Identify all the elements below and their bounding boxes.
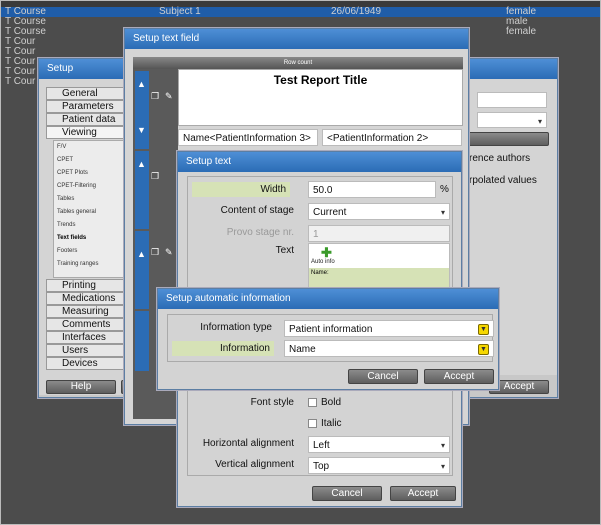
subnav-cpet-plots[interactable]: CPET Plots <box>57 167 117 180</box>
nav-patient-data[interactable]: Patient data <box>46 113 126 126</box>
text-field-titlebar: Setup text field <box>125 29 468 49</box>
information-type-value: Patient information <box>289 324 373 335</box>
subnav-tables[interactable]: Tables <box>57 193 117 206</box>
setup-text-titlebar: Setup text <box>178 152 461 172</box>
table-cell: female <box>506 26 537 37</box>
table-cell: Subject 1 <box>159 6 201 17</box>
nav-parameters[interactable]: Parameters <box>46 100 126 113</box>
italic-checkbox[interactable] <box>308 419 317 428</box>
edit-icon[interactable]: ✎ <box>165 247 173 258</box>
information-type-select[interactable]: Patient information ▼ <box>284 320 494 337</box>
up-arrow-icon[interactable]: ▲ <box>137 249 146 259</box>
bold-checkbox[interactable] <box>308 398 317 407</box>
nav-devices[interactable]: Devices <box>46 357 126 370</box>
subnav-text-fields[interactable]: Text fields <box>57 232 117 245</box>
edit-icon[interactable]: ✎ <box>165 91 173 102</box>
text-cell-right[interactable]: <PatientInformation 2> <box>322 129 462 146</box>
width-label: Width <box>192 182 290 197</box>
nav-comments[interactable]: Comments <box>46 318 126 331</box>
nav-medications[interactable]: Medications <box>46 292 126 305</box>
nav-printing[interactable]: Printing <box>46 279 126 292</box>
subnav-fv[interactable]: F/V <box>57 141 117 154</box>
subnav-tables-general[interactable]: Tables general <box>57 206 117 219</box>
help-button[interactable]: Help <box>46 380 116 394</box>
information-value: Name <box>289 344 316 355</box>
right-dropdown[interactable] <box>477 112 547 130</box>
nav-measuring[interactable]: Measuring <box>46 305 126 318</box>
horizontal-alignment-label: Horizontal alignment <box>202 438 294 449</box>
report-title: Test Report Title <box>273 73 368 87</box>
provo-stage-label: Provo stage nr. <box>226 227 294 238</box>
provo-stage-input[interactable]: 1 <box>308 225 450 242</box>
subnav-trends[interactable]: Trends <box>57 219 117 232</box>
table-cell: T Cour <box>5 76 36 87</box>
subnav-cpet[interactable]: CPET <box>57 154 117 167</box>
setup-text-cancel-button[interactable]: Cancel <box>312 486 382 501</box>
dropdown-arrow-icon[interactable]: ▼ <box>478 324 489 335</box>
row-count-header: Row count <box>133 57 463 69</box>
information-type-label: Information type <box>200 322 272 333</box>
interpolated-values-text: rpolated values <box>469 175 537 186</box>
subnav-cpet-filtering[interactable]: CPET-Filtering <box>57 180 117 193</box>
dropdown-arrow-icon[interactable]: ▼ <box>478 344 489 355</box>
subnav-training-ranges[interactable]: Training ranges <box>57 258 117 271</box>
vertical-alignment-select[interactable]: Top <box>308 457 450 475</box>
text-label: Text <box>275 245 294 256</box>
nav-viewing[interactable]: Viewing <box>46 126 126 139</box>
table-cell: 26/06/1949 <box>331 6 382 17</box>
reference-authors-text: rence authors <box>469 153 531 164</box>
horizontal-alignment-select[interactable]: Left <box>308 436 450 454</box>
nav-interfaces[interactable]: Interfaces <box>46 331 126 344</box>
width-input[interactable]: 50.0 <box>308 181 436 198</box>
report-title-box[interactable]: Test Report Title <box>178 69 463 126</box>
right-gray-button[interactable] <box>465 132 549 146</box>
up-arrow-icon[interactable]: ▲ <box>137 79 146 89</box>
right-field[interactable] <box>477 92 547 108</box>
up-arrow-icon[interactable]: ▲ <box>137 159 146 169</box>
information-select[interactable]: Name ▼ <box>284 340 494 357</box>
auto-info-accept-button[interactable]: Accept <box>424 369 494 384</box>
copy-icon[interactable]: ❐ <box>151 91 159 102</box>
auto-info-titlebar: Setup automatic information <box>158 289 498 309</box>
setup-text-accept-button[interactable]: Accept <box>390 486 456 501</box>
copy-icon[interactable]: ❐ <box>151 171 159 182</box>
row-strip[interactable] <box>135 311 149 371</box>
text-cell-left[interactable]: Name<PatientInformation 3> <box>178 129 318 146</box>
row-strip[interactable] <box>135 231 149 309</box>
font-style-label: Font style <box>250 397 294 408</box>
content-of-stage-label: Content of stage <box>220 205 294 216</box>
width-unit: % <box>440 184 449 195</box>
down-arrow-icon[interactable]: ▼ <box>137 125 146 135</box>
auto-info-cancel-button[interactable]: Cancel <box>348 369 418 384</box>
subnav-footers[interactable]: Footers <box>57 245 117 258</box>
vertical-alignment-label: Vertical alignment <box>215 459 294 470</box>
italic-label: Italic <box>321 418 342 429</box>
content-of-stage-select[interactable]: Current <box>308 203 450 221</box>
nav-users[interactable]: Users <box>46 344 126 357</box>
information-label: Information <box>172 341 274 356</box>
nav-general[interactable]: General <box>46 87 126 100</box>
screenshot-area: T Course Subject 1 26/06/1949 female T C… <box>0 0 601 525</box>
auto-info-label: Auto info <box>311 259 335 265</box>
setup-automatic-information-window: Setup automatic information Information … <box>157 288 499 390</box>
copy-icon[interactable]: ❐ <box>151 247 159 258</box>
bold-label: Bold <box>321 397 342 408</box>
